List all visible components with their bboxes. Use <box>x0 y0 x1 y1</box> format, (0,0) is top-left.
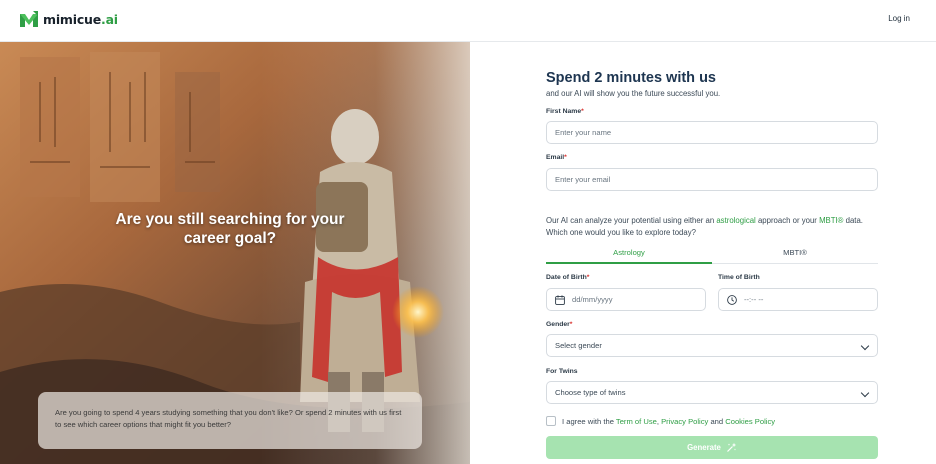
chevron-down-icon <box>860 388 870 398</box>
chevron-down-icon <box>860 341 870 351</box>
privacy-link[interactable]: Privacy Policy <box>661 417 708 426</box>
first-name-field[interactable] <box>546 121 878 144</box>
hero-card-text: Are you going to spend 4 years studying … <box>55 408 402 429</box>
hero-headline: Are you still searching for your career … <box>115 211 345 247</box>
logo[interactable]: mimicue.ai <box>20 11 118 27</box>
form-title: Spend 2 minutes with us <box>546 70 716 86</box>
logo-mark-icon <box>20 11 38 27</box>
terms-link[interactable]: Term of Use <box>616 417 657 426</box>
email-input[interactable] <box>555 175 869 184</box>
tob-input[interactable] <box>744 295 869 304</box>
calendar-icon[interactable] <box>555 294 565 305</box>
form-subtitle: and our AI will show you the future succ… <box>546 89 721 98</box>
gender-label: Gender* <box>546 321 573 328</box>
tab-mbti[interactable]: MBTI® <box>712 244 878 264</box>
gender-select[interactable]: Select gender <box>546 334 878 357</box>
email-label: Email* <box>546 154 567 161</box>
twins-select-value: Choose type of twins <box>555 388 626 397</box>
gender-select-value: Select gender <box>555 341 602 350</box>
first-name-input[interactable] <box>555 128 869 137</box>
sparkle-wand-icon <box>726 442 737 452</box>
consent-checkbox[interactable] <box>546 416 556 426</box>
top-bar: mimicue.ai Log in <box>0 0 936 42</box>
twins-select[interactable]: Choose type of twins <box>546 381 878 404</box>
tab-astrology[interactable]: Astrology <box>546 244 712 264</box>
tob-field[interactable] <box>718 288 878 311</box>
generate-button-label: Generate <box>687 443 721 452</box>
first-name-label: First Name* <box>546 108 584 115</box>
dob-field[interactable] <box>546 288 706 311</box>
email-field[interactable] <box>546 168 878 191</box>
cookies-link[interactable]: Cookies Policy <box>725 417 775 426</box>
twins-label: For Twins <box>546 368 578 375</box>
logo-text: mimicue.ai <box>43 11 118 27</box>
clock-icon[interactable] <box>727 294 737 305</box>
tob-label: Time of Birth <box>718 274 760 281</box>
dob-input[interactable] <box>572 295 697 304</box>
consent-text: I agree with the Term of Use, Privacy Po… <box>562 416 776 426</box>
hero-section: Are you still searching for your career … <box>0 42 470 464</box>
login-link[interactable]: Log in <box>888 14 910 23</box>
mbti-link[interactable]: MBTI® <box>819 216 843 225</box>
signup-form: Spend 2 minutes with us and our AI will … <box>546 70 878 459</box>
hero-info-card: Are you going to spend 4 years studying … <box>38 392 422 449</box>
dob-label: Date of Birth* <box>546 274 590 281</box>
method-intro-text: Our AI can analyze your potential using … <box>546 216 863 237</box>
astrological-link[interactable]: astrological <box>716 216 755 225</box>
method-tabs: Astrology MBTI® <box>546 244 878 264</box>
generate-button[interactable]: Generate <box>546 436 878 459</box>
consent-row: I agree with the Term of Use, Privacy Po… <box>546 416 775 426</box>
